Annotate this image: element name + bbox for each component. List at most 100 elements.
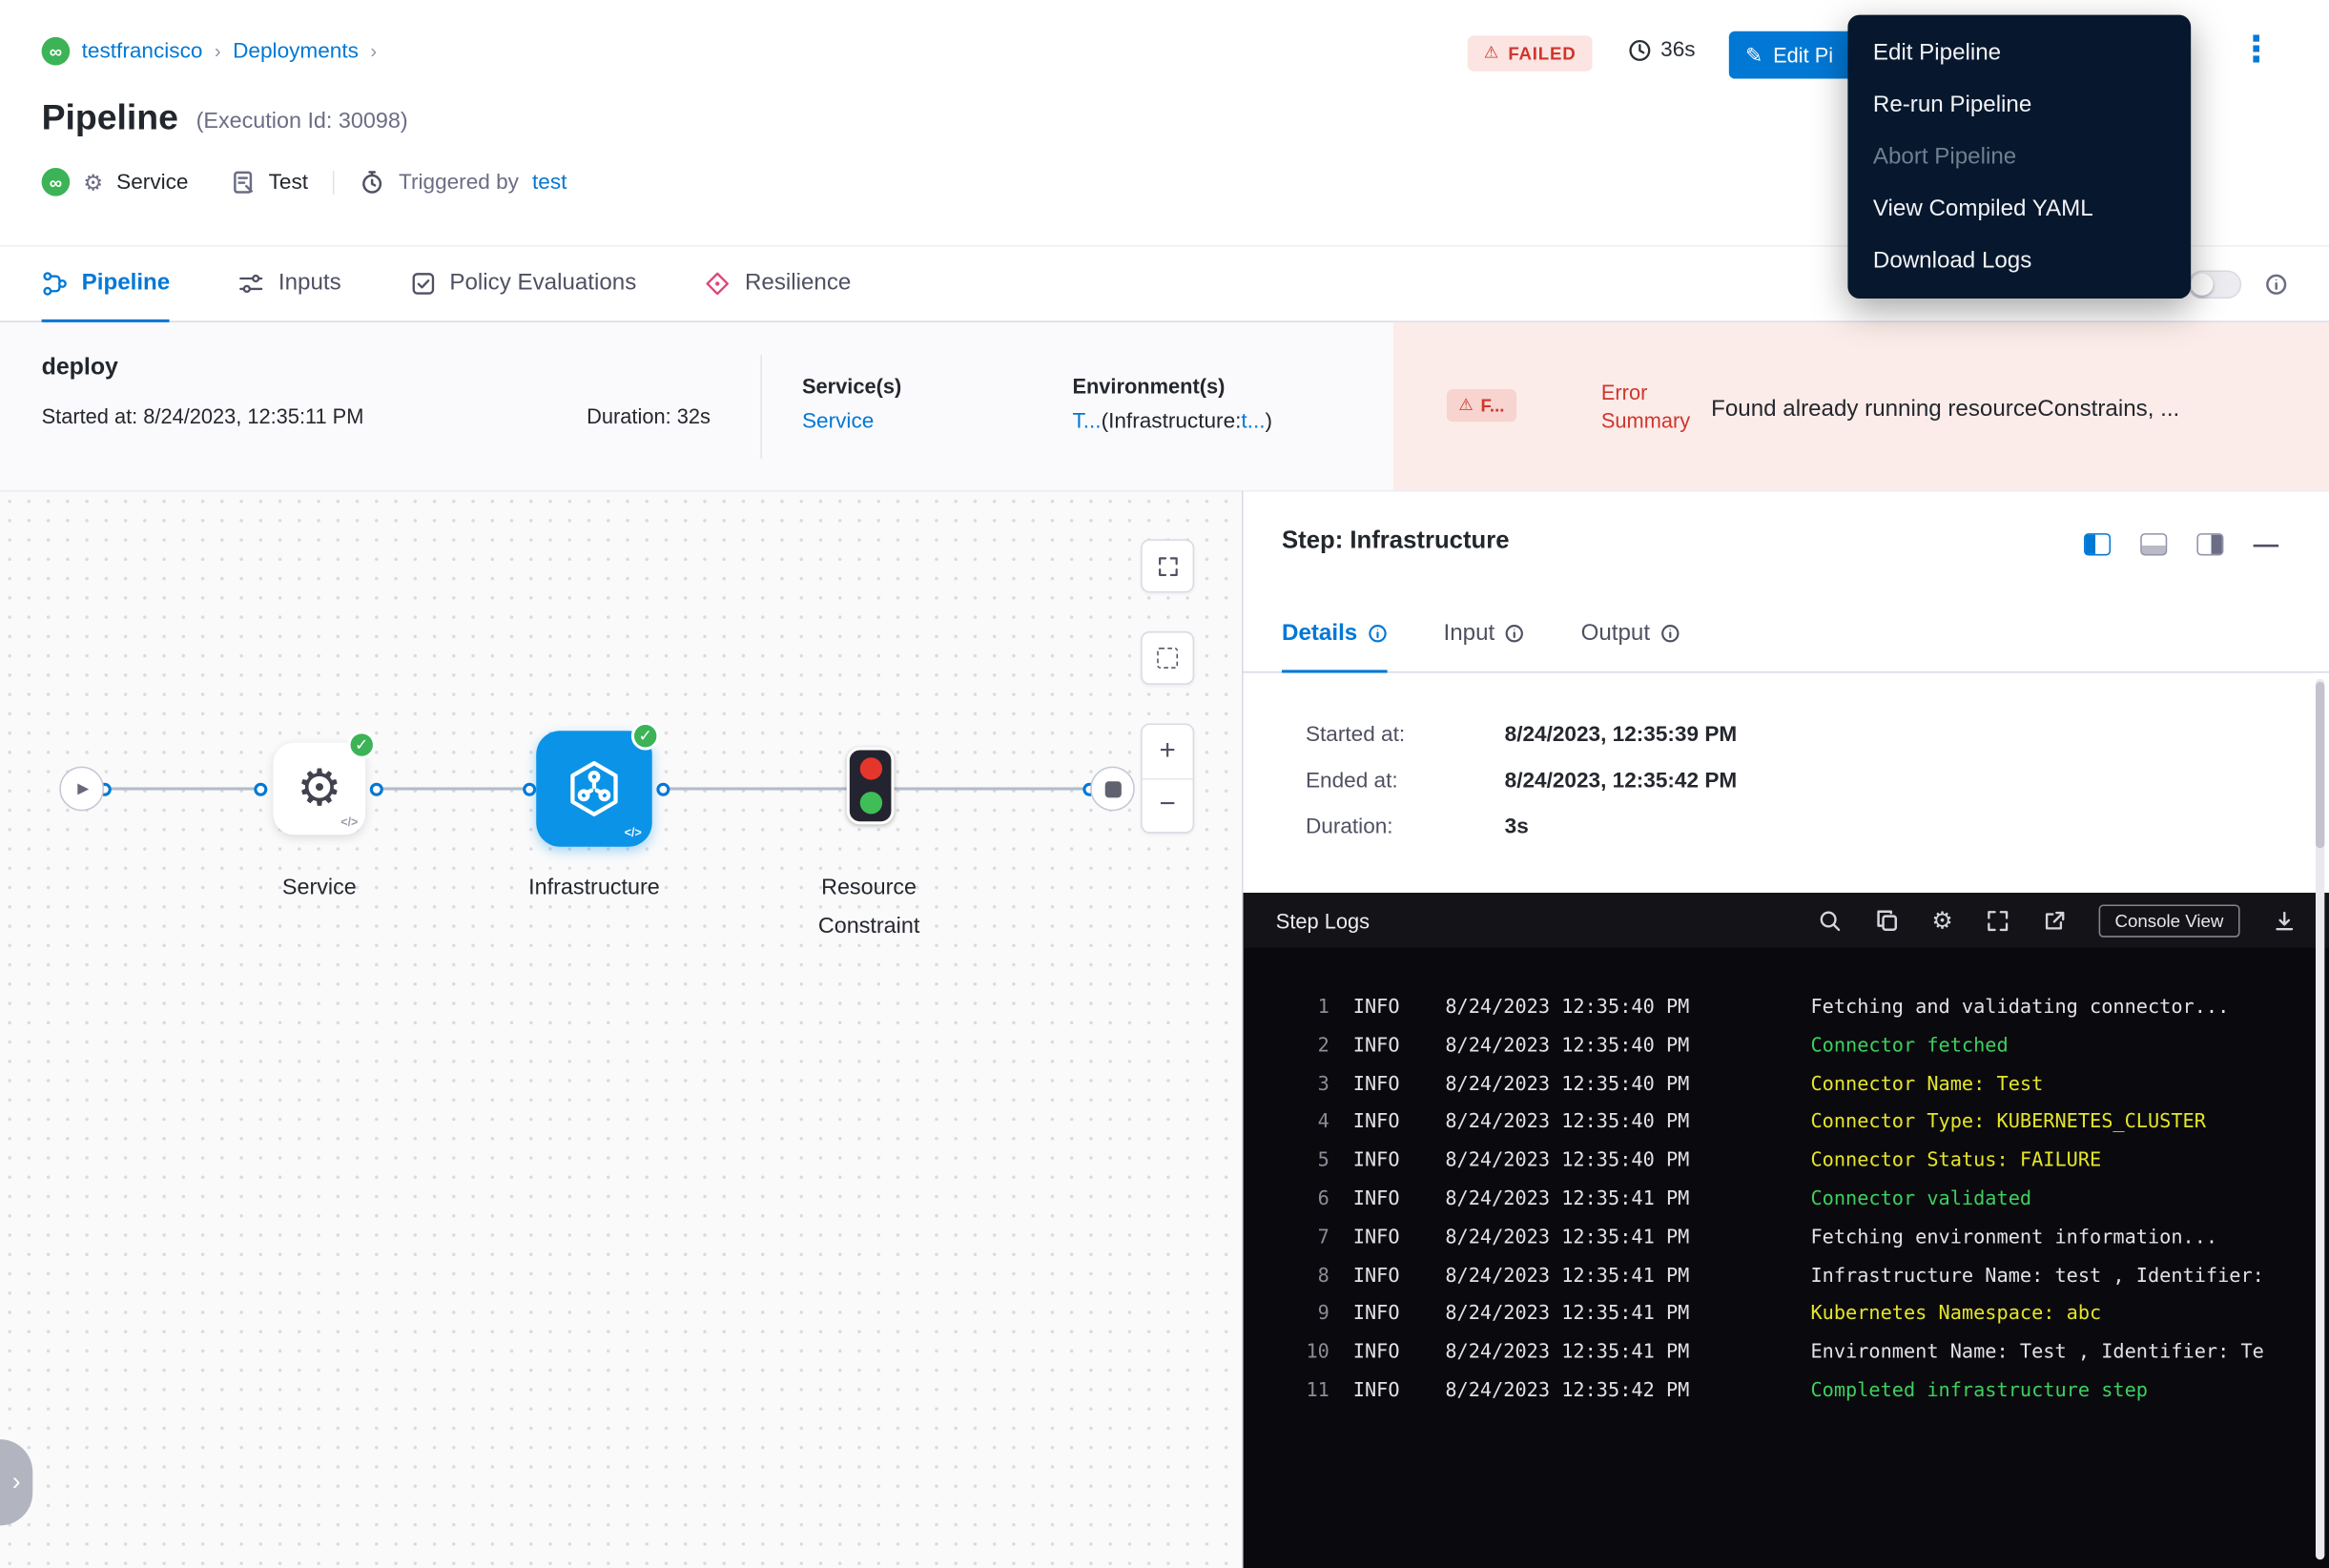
elapsed-time: 36s [1628, 38, 1696, 62]
layout-split-right-icon[interactable] [2196, 533, 2223, 555]
breadcrumb-deployments-link[interactable]: Deployments [233, 39, 359, 63]
infrastructure-link[interactable]: t... [1241, 410, 1265, 434]
test-chip-label[interactable]: Test [269, 170, 308, 194]
environment-close-paren: ) [1266, 410, 1273, 434]
log-message: Connector validated [1810, 1181, 2031, 1219]
log-copy-button[interactable] [1874, 908, 1899, 933]
log-line-number: 1 [1285, 989, 1329, 1027]
tab-inputs[interactable]: Inputs [238, 247, 341, 321]
log-message: Completed infrastructure step [1810, 1372, 2148, 1411]
service-chip-label[interactable]: Service [116, 170, 188, 194]
step-logs-header: Step Logs ⚙ [1244, 893, 2329, 948]
policy-check-icon [409, 270, 436, 297]
pipeline-start-node[interactable]: ▶ [59, 767, 104, 812]
pipeline-end-node[interactable] [1090, 767, 1135, 812]
menu-item[interactable]: Download Logs [1847, 235, 2191, 287]
menu-item[interactable]: Edit Pipeline [1847, 27, 2191, 79]
canvas-select-button[interactable] [1141, 631, 1194, 685]
step-node-service[interactable]: ⚙ ✓ </> [274, 743, 366, 836]
log-level: INFO [1353, 1372, 1422, 1411]
play-icon: ▶ [77, 780, 89, 796]
status-badge-label: FAILED [1508, 43, 1576, 64]
connector-dot [254, 782, 267, 795]
menu-item[interactable]: View Compiled YAML [1847, 183, 2191, 236]
log-timestamp: 8/24/2023 12:35:41 PM [1445, 1219, 1810, 1257]
log-level: INFO [1353, 1066, 1422, 1104]
info-icon[interactable] [2265, 273, 2287, 295]
console-view-button[interactable]: Console View [2098, 904, 2239, 937]
log-settings-button[interactable]: ⚙ [1931, 906, 1952, 935]
breadcrumb-project-link[interactable]: testfrancisco [82, 39, 203, 63]
chevron-right-icon: › [370, 40, 377, 62]
left-panel-expander[interactable]: › [0, 1439, 32, 1525]
code-icon: </> [340, 815, 358, 829]
stage-name[interactable]: deploy [42, 355, 118, 382]
log-line: 4INFO8/24/2023 12:35:40 PMConnector Type… [1285, 1104, 2329, 1143]
elapsed-time-value: 36s [1660, 38, 1695, 62]
app: ∞ testfrancisco › Deployments › ⚠ FAILED… [0, 0, 2329, 1568]
log-line-number: 4 [1285, 1104, 1329, 1143]
service-link[interactable]: Service [802, 410, 874, 434]
log-fullscreen-button[interactable] [1986, 908, 2010, 932]
log-level: INFO [1353, 1334, 1422, 1372]
infrastructure-hexagon-icon [562, 756, 628, 822]
menu-item[interactable]: Re-run Pipeline [1847, 79, 2191, 132]
log-line-number: 8 [1285, 1257, 1329, 1295]
tab-input-label: Input [1444, 620, 1495, 647]
log-line-number: 3 [1285, 1066, 1329, 1104]
service-gear-icon: ⚙ [297, 759, 341, 818]
log-line: 2INFO8/24/2023 12:35:40 PMConnector fetc… [1285, 1027, 2329, 1065]
tab-policy-evaluations[interactable]: Policy Evaluations [409, 247, 636, 321]
log-open-external-button[interactable] [2042, 908, 2066, 932]
services-label: Service(s) [802, 374, 901, 398]
screenshot-root: ∞ testfrancisco › Deployments › ⚠ FAILED… [0, 0, 2329, 1568]
tab-pipeline[interactable]: Pipeline [42, 247, 171, 321]
environment-link[interactable]: T... [1072, 410, 1101, 434]
more-options-kebab-icon[interactable]: ⋮ [2238, 32, 2274, 68]
tab-inputs-label: Inputs [278, 270, 341, 297]
log-level: INFO [1353, 1104, 1422, 1143]
minimize-icon[interactable]: — [2254, 532, 2278, 557]
log-download-button[interactable] [2273, 908, 2297, 932]
node-label-infrastructure: Infrastructure [490, 869, 698, 908]
zoom-in-button[interactable]: + [1143, 725, 1193, 779]
scrollbar-thumb[interactable] [2316, 682, 2324, 848]
log-message: Connector Type: KUBERNETES_CLUSTER [1810, 1104, 2205, 1143]
tab-details-label: Details [1282, 620, 1357, 647]
warning-icon: ⚠ [1458, 398, 1473, 414]
log-timestamp: 8/24/2023 12:35:42 PM [1445, 1372, 1810, 1411]
detail-row: Duration: 3s [1306, 804, 1737, 850]
log-message: Connector Name: Test [1810, 1066, 2043, 1104]
step-node-resource-constraint[interactable] [847, 747, 895, 824]
detail-row: Started at: 8/24/2023, 12:35:39 PM [1306, 712, 1737, 757]
detail-value: 8/24/2023, 12:35:42 PM [1505, 769, 1738, 793]
page-title: Pipeline [42, 98, 178, 140]
step-node-infrastructure[interactable]: ✓ </> [536, 731, 651, 846]
success-check-icon: ✓ [347, 731, 376, 759]
detail-label: Ended at: [1306, 769, 1505, 793]
tab-details[interactable]: Details [1282, 596, 1387, 671]
tab-output[interactable]: Output [1581, 596, 1680, 671]
stop-icon [1104, 780, 1121, 796]
triggered-by-user-link[interactable]: test [532, 170, 567, 194]
chevron-right-icon: › [215, 40, 221, 62]
debug-toggle[interactable] [2188, 270, 2241, 299]
layout-split-left-icon[interactable] [2084, 533, 2111, 555]
log-timestamp: 8/24/2023 12:35:40 PM [1445, 1027, 1810, 1065]
marquee-select-icon [1157, 648, 1178, 669]
zoom-out-button[interactable]: − [1143, 779, 1193, 832]
scrollbar-track [2316, 679, 2324, 1560]
log-search-button[interactable] [1817, 908, 1841, 932]
breadcrumb: ∞ testfrancisco › Deployments › [42, 37, 378, 66]
stage-started-at: Started at: 8/24/2023, 12:35:11 PM [42, 404, 364, 428]
log-timestamp: 8/24/2023 12:35:41 PM [1445, 1181, 1810, 1219]
canvas-fullscreen-button[interactable] [1141, 539, 1194, 592]
tab-input[interactable]: Input [1444, 596, 1525, 671]
status-badge: ⚠ FAILED [1468, 35, 1593, 71]
external-link-icon [2042, 908, 2066, 932]
tab-resilience[interactable]: Resilience [705, 247, 851, 321]
log-line: 11INFO8/24/2023 12:35:42 PMCompleted inf… [1285, 1372, 2329, 1411]
layout-split-bottom-icon[interactable] [2140, 533, 2167, 555]
fullscreen-icon [1986, 908, 2010, 932]
pipeline-canvas[interactable]: + − ▶ ⚙ ✓ </> ✓ </ [0, 490, 1242, 1568]
